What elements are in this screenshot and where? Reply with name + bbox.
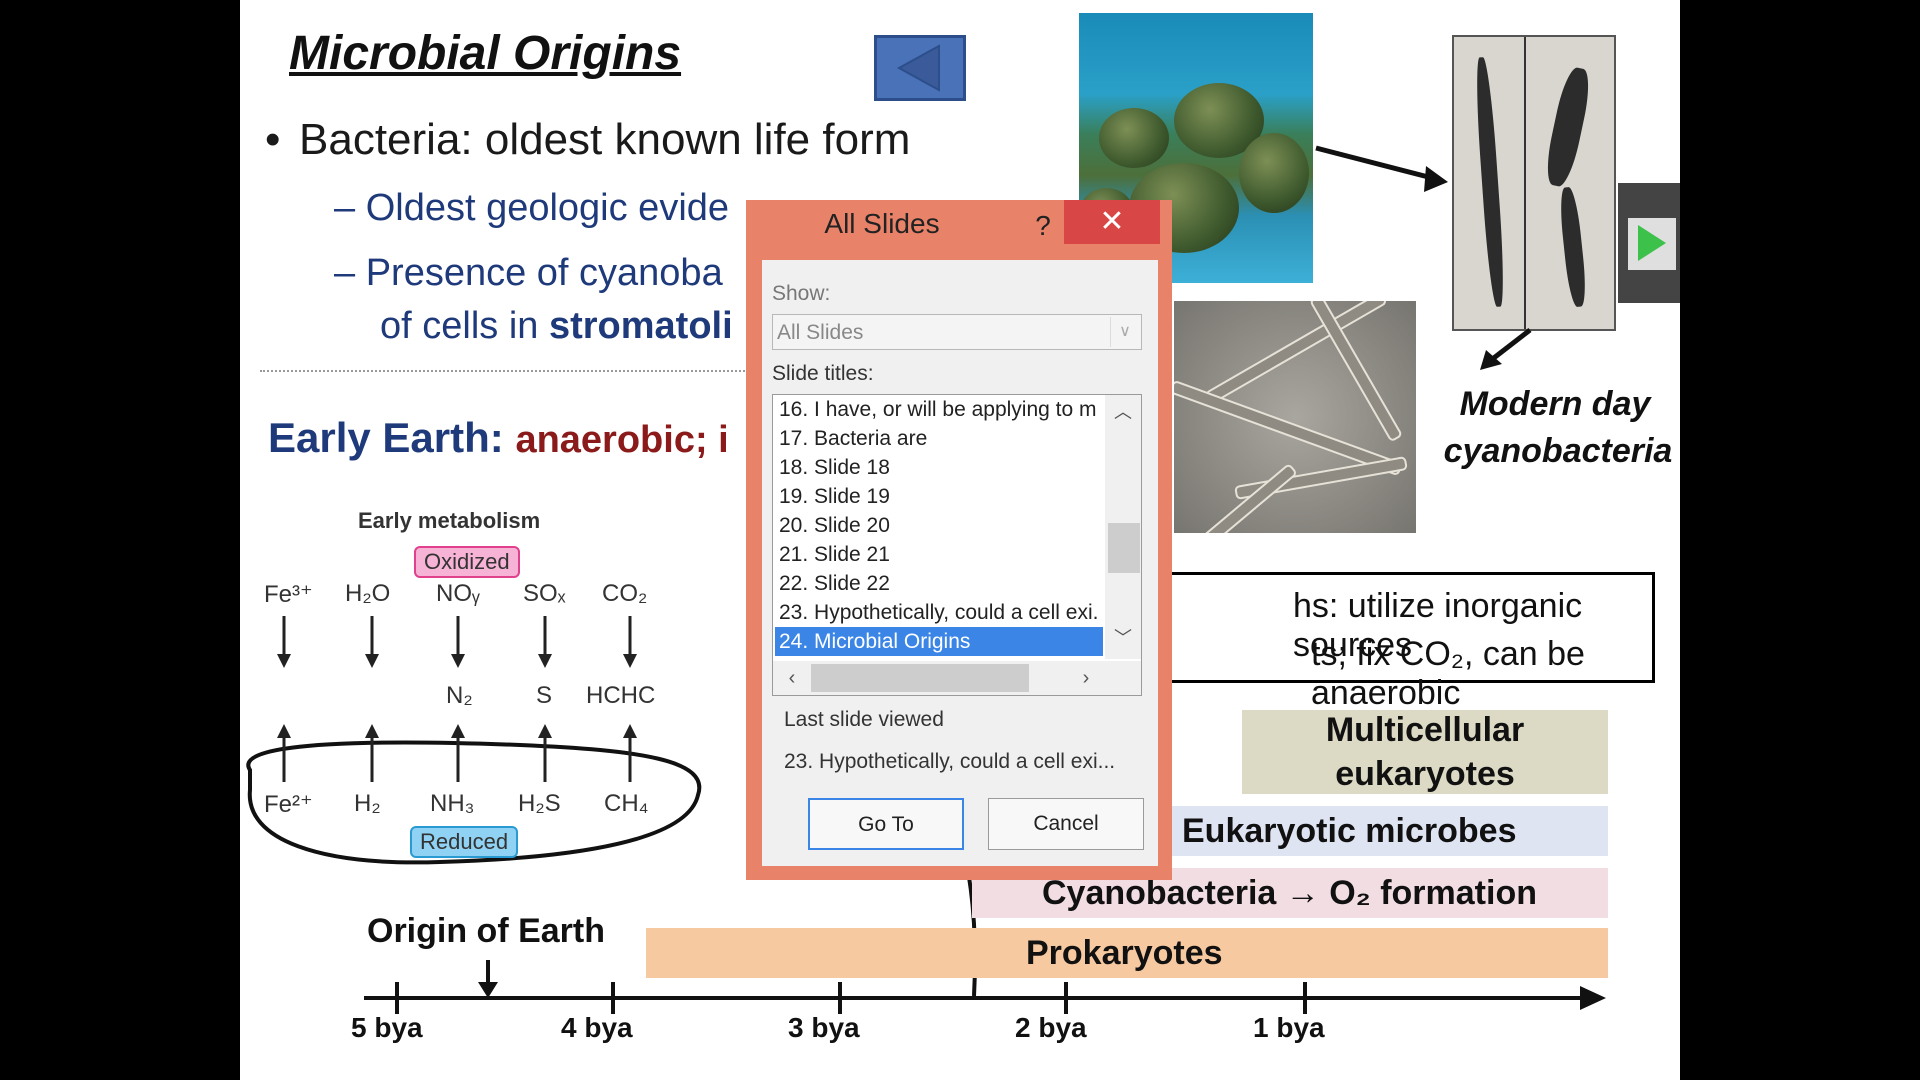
species-reduced-2: NH₃ — [430, 790, 475, 817]
vertical-scrollbar[interactable]: ︿ ﹀ — [1105, 395, 1141, 659]
slide-titles-list[interactable]: 16. I have, or will be applying to m 17.… — [772, 394, 1142, 696]
horizontal-scrollbar[interactable]: ‹ › — [773, 661, 1141, 695]
tick-label-1: 4 bya — [561, 1012, 633, 1043]
dialog-title: All Slides — [824, 208, 940, 239]
band-prokaryotes: Prokaryotes — [646, 928, 1608, 978]
tick-label-0: 5 bya — [351, 1012, 423, 1043]
chevron-right-icon[interactable]: › — [1069, 661, 1103, 695]
list-item-selected[interactable]: 24. Microbial Origins — [775, 627, 1103, 656]
chevron-down-icon: ∨ — [1110, 317, 1139, 347]
band-multicellular: Multicellular eukaryotes — [1242, 710, 1608, 794]
list-item[interactable]: 19. Slide 19 — [775, 482, 1103, 511]
species-intermediate-0: N₂ — [446, 682, 473, 709]
tick-label-2: 3 bya — [788, 1012, 860, 1043]
autotrophs-box: hs: utilize inorganic sources ts; fix CO… — [1140, 572, 1655, 712]
list-item[interactable]: 18. Slide 18 — [775, 453, 1103, 482]
species-oxidized-1: H₂O — [345, 580, 391, 607]
list-item[interactable]: 23. Hypothetically, could a cell exi. — [775, 598, 1103, 627]
species-oxidized-3: SOₓ — [523, 580, 566, 607]
list-item[interactable]: 21. Slide 21 — [775, 540, 1103, 569]
tick-label-3: 2 bya — [1015, 1012, 1087, 1043]
autotrophs-line2: ts; fix CO₂, can be anaerobic — [1311, 635, 1585, 712]
close-button[interactable]: ✕ — [1064, 200, 1160, 244]
go-to-button[interactable]: Go To — [808, 798, 964, 850]
vertical-scroll-thumb[interactable] — [1108, 523, 1140, 573]
band-eukaryotic: Eukaryotic microbes — [1166, 806, 1608, 856]
species-reduced-4: CH₄ — [604, 790, 649, 817]
dialog-body: Show: All Slides ∨ Slide titles: 16. I h… — [762, 260, 1158, 866]
species-reduced-1: H₂ — [354, 790, 381, 817]
last-viewed-item[interactable]: 23. Hypothetically, could a cell exi... — [784, 750, 1115, 774]
tick-label-4: 1 bya — [1253, 1012, 1325, 1043]
species-reduced-0: Fe²⁺ — [264, 791, 313, 818]
species-oxidized-0: Fe³⁺ — [264, 581, 313, 608]
oxidized-badge: Oxidized — [414, 546, 520, 578]
last-viewed-label: Last slide viewed — [784, 708, 944, 731]
chevron-left-icon[interactable]: ‹ — [775, 661, 809, 695]
list-item[interactable]: 22. Slide 22 — [775, 569, 1103, 598]
show-select[interactable]: All Slides ∨ — [772, 314, 1142, 350]
species-intermediate-1: S — [536, 682, 553, 709]
list-item[interactable]: 20. Slide 20 — [775, 511, 1103, 540]
chevron-up-icon[interactable]: ︿ — [1105, 397, 1141, 427]
show-select-value: All Slides — [777, 321, 864, 344]
species-intermediate-2: HCHC — [586, 682, 656, 709]
help-icon[interactable]: ? — [1023, 206, 1063, 246]
cancel-button[interactable]: Cancel — [988, 798, 1144, 850]
species-reduced-3: H₂S — [518, 790, 561, 817]
horizontal-scroll-thumb[interactable] — [811, 664, 1029, 692]
list-item[interactable]: 17. Bacteria are — [775, 424, 1103, 453]
reduced-badge: Reduced — [410, 826, 519, 858]
show-label: Show: — [772, 282, 831, 305]
list-item[interactable]: 16. I have, or will be applying to m — [775, 395, 1103, 424]
origin-of-earth-label: Origin of Earth — [367, 912, 605, 950]
all-slides-dialog[interactable]: All Slides ? ✕ Show: All Slides ∨ Slide … — [746, 200, 1172, 880]
species-oxidized-2: NOᵧ — [436, 580, 480, 607]
chevron-down-icon[interactable]: ﹀ — [1105, 623, 1141, 653]
metabolism-title: Early metabolism — [358, 508, 541, 533]
slide-titles-label: Slide titles: — [772, 362, 874, 385]
species-oxidized-4: CO₂ — [602, 580, 648, 607]
